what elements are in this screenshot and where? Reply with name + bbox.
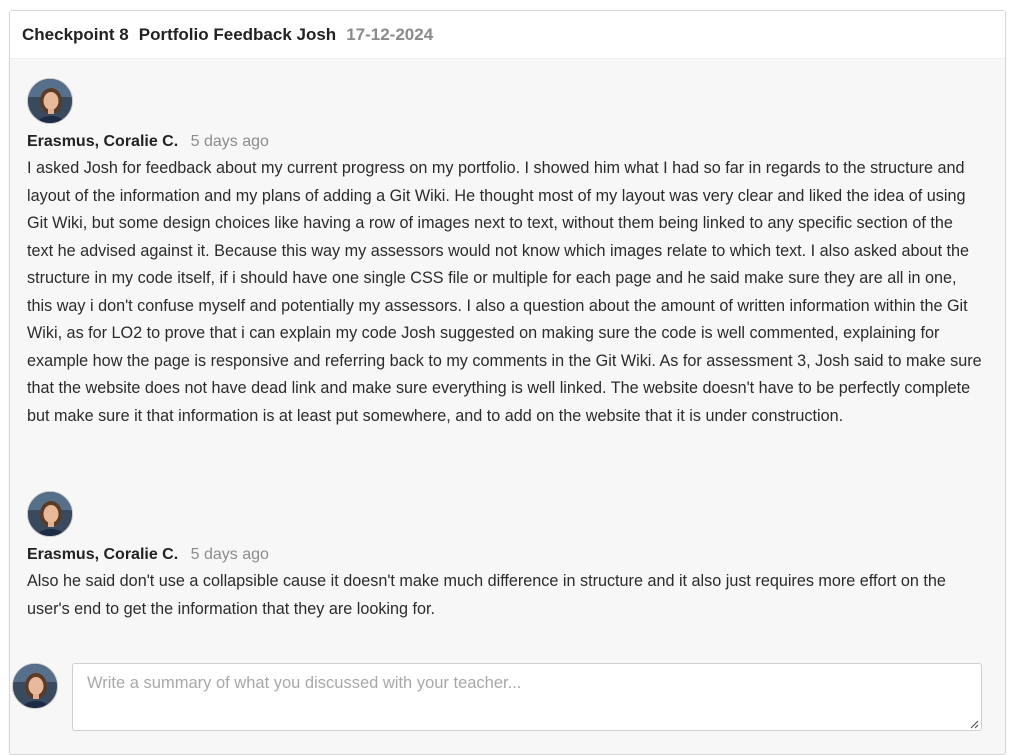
checkpoint-label: Checkpoint 8	[22, 24, 129, 44]
avatar-icon[interactable]	[12, 663, 58, 709]
checkpoint-date: 17-12-2024	[346, 24, 434, 44]
comment-meta: Erasmus, Coralie C. 5 days ago	[27, 544, 982, 566]
summary-input[interactable]	[72, 663, 982, 731]
resize-icon[interactable]	[969, 719, 979, 729]
reply-box	[12, 663, 982, 733]
checkpoint-title: Portfolio Feedback Josh	[138, 24, 337, 44]
avatar-icon[interactable]	[27, 78, 73, 124]
comment-author: Erasmus, Coralie C.	[27, 133, 179, 150]
comment-text: I asked Josh for feedback about my curre…	[27, 159, 982, 425]
comment-time: 5 days ago	[190, 546, 269, 563]
comment-item: Erasmus, Coralie C. 5 days ago Also he s…	[27, 491, 982, 623]
avatar-icon[interactable]	[27, 491, 73, 537]
comment-time: 5 days ago	[190, 133, 269, 150]
card-header: Checkpoint 8 Portfolio Feedback Josh 17-…	[10, 11, 1005, 59]
comment-author: Erasmus, Coralie C.	[27, 546, 179, 563]
comment-text: Also he said don't use a collapsible cau…	[27, 572, 946, 618]
comment-item: Erasmus, Coralie C. 5 days ago I asked J…	[27, 78, 982, 430]
comment-meta: Erasmus, Coralie C. 5 days ago	[27, 131, 982, 153]
